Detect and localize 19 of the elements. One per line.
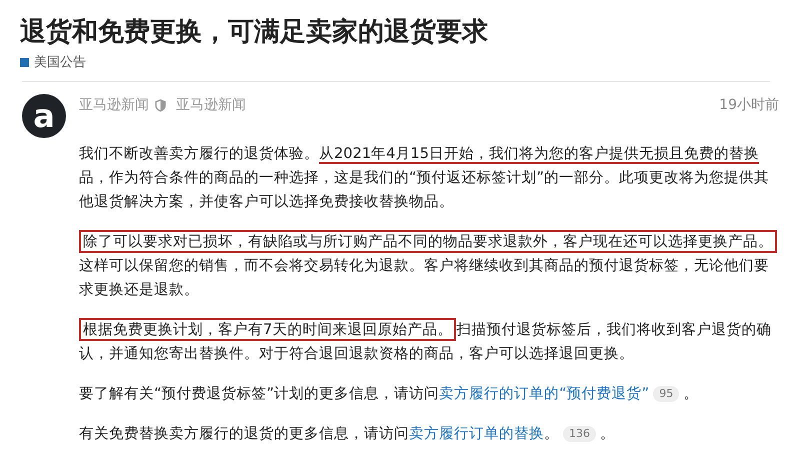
body-text: 。	[683, 384, 698, 404]
author-name[interactable]: 亚马逊新闻	[79, 96, 149, 114]
paragraph: 根据免费更换计划，客户有7天的时间来退回原始产品。 扫描预付退货标签后，我们将收到客户退货的确认，并通知您寄出替换件。对于符合退回退款资格的商品，客户可以选择退回更换。	[79, 318, 779, 366]
author-title: 亚马逊新闻	[176, 96, 246, 114]
click-count: 136	[563, 426, 596, 442]
body-text: 要了解有关“预付费退货标签”计划的更多信息，请访问	[79, 384, 440, 404]
shield-icon	[155, 98, 166, 112]
link[interactable]: 卖方履行订单的替换	[409, 422, 544, 446]
click-count: 95	[653, 386, 680, 402]
paragraph: 除了可以要求对已损坏，有缺陷或与所订购产品不同的物品要求退款外，客户现在还可以选择更换产品。 这样可以保留您的销售，而不会将交易转化为退款。客户将继续收到其商品的预付退货标签，无论他们要求更换还是退款。	[79, 230, 779, 302]
page-title: 退货和免费更换，可满足卖家的退货要求	[20, 16, 489, 49]
body-text: 。	[544, 424, 559, 444]
category-link[interactable]: 美国公告	[34, 53, 86, 71]
body-text: 。	[600, 424, 615, 444]
paragraph: 我们不断改善卖方履行的退货体验。从2021年4月15日开始，我们将为您的客户提供无损且免费的替换 品，作为符合条件的商品的一种选择，这是我们的“预付返还标签计划”的一部分。此项更改将为您提供其他退货解决方案，并使客户可以选择免费接收替换物品。	[79, 144, 770, 212]
post-time: 19小时前	[719, 96, 779, 114]
link[interactable]: 卖方履行的订单的“预付费退货”	[439, 382, 650, 406]
body-text: 有关免费替换卖方履行的退货的更多信息，请访问	[79, 424, 409, 444]
avatar: a	[22, 94, 66, 138]
